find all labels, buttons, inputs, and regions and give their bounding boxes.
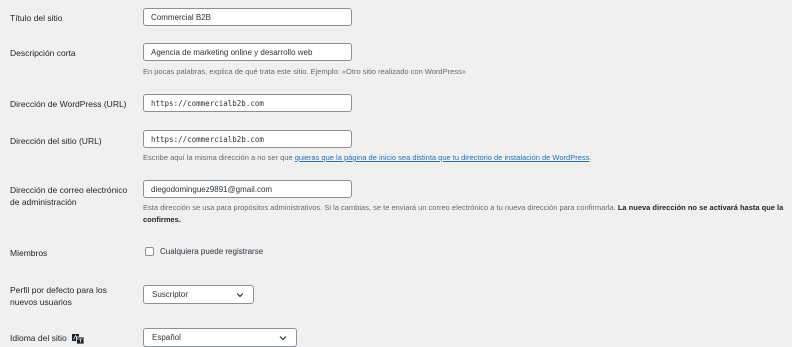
- default-role-label: Perfil por defecto para los nuevos usuar…: [10, 285, 107, 307]
- chevron-down-icon: [279, 335, 287, 340]
- site-title-input[interactable]: Commercial B2B: [143, 8, 352, 26]
- default-role-select[interactable]: Suscriptor: [143, 285, 254, 304]
- default-role-value: Suscriptor: [152, 290, 189, 299]
- site-language-label: Idioma del sitio: [10, 333, 67, 343]
- admin-email-label: Dirección de correo electrónico de admin…: [10, 185, 128, 207]
- membership-option[interactable]: Cualquiera puede registrarse: [145, 247, 263, 256]
- site-language-select[interactable]: Español: [143, 328, 297, 347]
- tagline-input[interactable]: Agencia de marketing online y desarrollo…: [143, 43, 352, 61]
- site-address-description-end: .: [589, 153, 592, 162]
- site-language-label-wrap: Idioma del sitio: [10, 332, 135, 344]
- admin-email-description-text: Esta dirección se usa para propósitos ad…: [143, 203, 616, 212]
- site-address-input[interactable]: https://commercialb2b.com: [143, 130, 352, 148]
- admin-email-input[interactable]: diegodominguez9891@gmail.com: [143, 180, 352, 198]
- site-language-value: Español: [152, 333, 181, 342]
- site-address-label: Dirección del sitio (URL): [10, 136, 102, 146]
- membership-label: Miembros: [10, 248, 48, 258]
- tagline-label: Descripción corta: [10, 48, 76, 58]
- translation-icon: [72, 333, 85, 344]
- anyone-can-register-checkbox[interactable]: [145, 247, 154, 256]
- wp-address-label: Dirección de WordPress (URL): [10, 99, 127, 109]
- chevron-down-icon: [236, 292, 244, 297]
- wp-address-input[interactable]: https://commercialb2b.com: [143, 94, 352, 112]
- site-address-help-link[interactable]: quieras que la página de inicio sea dist…: [295, 153, 590, 162]
- tagline-description: En pocas palabras, explica de qué trata …: [143, 67, 466, 76]
- site-address-description-text: Escribe aquí la misma dirección a no ser…: [143, 153, 295, 162]
- site-address-description: Escribe aquí la misma dirección a no ser…: [143, 152, 591, 164]
- admin-email-description: Esta dirección se usa para propósitos ad…: [143, 202, 788, 226]
- site-title-label: Título del sitio: [10, 13, 63, 23]
- anyone-can-register-label: Cualquiera puede registrarse: [160, 247, 264, 256]
